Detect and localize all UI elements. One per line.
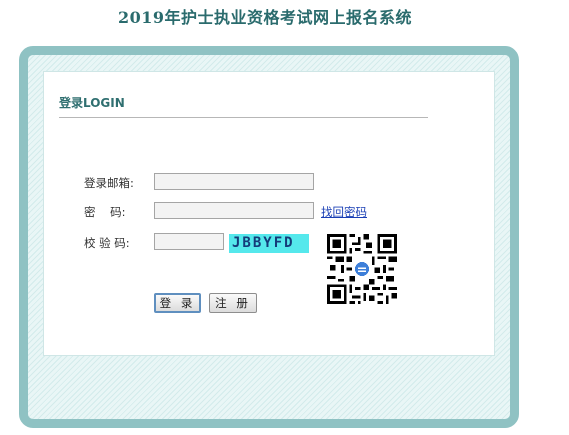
login-frame: 登录LOGIN 登录邮箱: 密 码: 找回密码 校 验 码: JBBYFD 登 …	[19, 46, 519, 428]
password-field[interactable]	[154, 202, 314, 219]
login-panel: 登录LOGIN 登录邮箱: 密 码: 找回密码 校 验 码: JBBYFD 登 …	[43, 71, 495, 356]
email-field[interactable]	[154, 173, 314, 190]
email-label: 登录邮箱:	[84, 176, 134, 190]
captcha-image[interactable]: JBBYFD	[229, 234, 309, 253]
login-button[interactable]: 登 录	[154, 293, 201, 313]
register-button[interactable]: 注 册	[209, 293, 257, 313]
qr-code-icon	[327, 234, 397, 304]
page-title: 2019年护士执业资格考试网上报名系统	[117, 8, 413, 27]
heading-divider	[59, 117, 428, 118]
captcha-field[interactable]	[154, 233, 224, 250]
password-label: 密 码:	[84, 205, 126, 219]
captcha-label: 校 验 码:	[84, 236, 130, 250]
forgot-password-link[interactable]: 找回密码	[321, 204, 367, 220]
login-heading: 登录LOGIN	[59, 96, 125, 110]
